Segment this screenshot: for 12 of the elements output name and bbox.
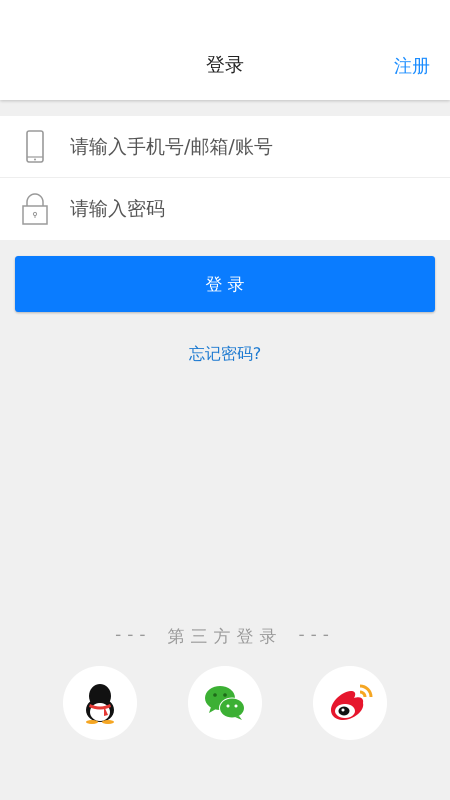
register-link[interactable]: 注册 — [394, 54, 430, 78]
login-button[interactable]: 登 录 — [15, 256, 435, 312]
dash-divider: --- — [298, 625, 335, 647]
chat-bubbles-icon — [204, 685, 246, 721]
forgot-password-link[interactable]: 忘记密码? — [188, 344, 262, 365]
page-title: 登录 — [206, 53, 244, 78]
third-party-title: 第三方登录 — [168, 626, 282, 648]
account-field[interactable]: 请输入手机号/邮箱/账号 — [68, 134, 412, 158]
lock-icon — [22, 193, 48, 225]
password-field[interactable]: 请输入密码 — [68, 197, 412, 221]
phone-icon — [26, 130, 44, 163]
dash-divider: --- — [115, 625, 152, 647]
